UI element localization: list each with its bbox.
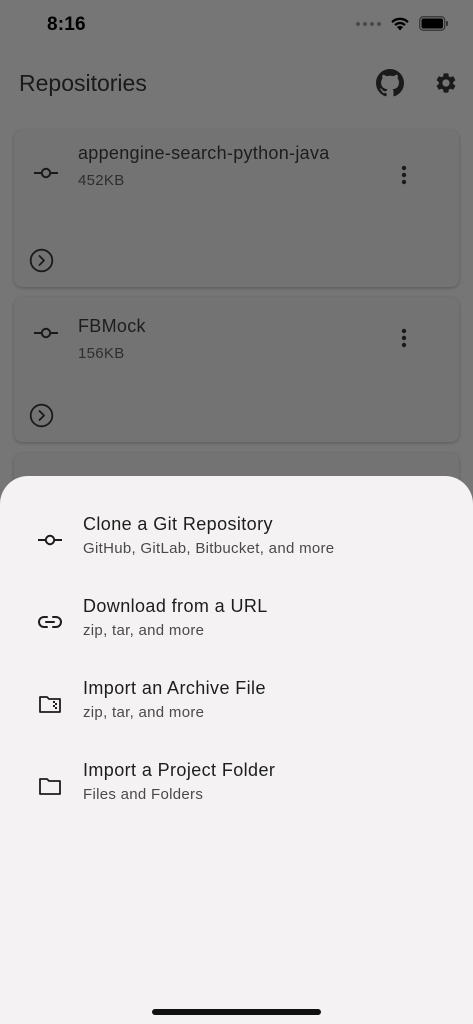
github-icon: [376, 69, 404, 97]
screen: 8:16 Repositories appengine-search-pytho…: [0, 0, 473, 1024]
app-bar: Repositories: [0, 62, 473, 106]
repository-info: appengine-search-python-java 452KB: [78, 140, 348, 194]
repository-name: appengine-search-python-java: [78, 143, 330, 163]
page-title: Repositories: [19, 70, 147, 96]
option-icon: [37, 527, 63, 553]
status-time: 8:16: [47, 14, 86, 35]
home-indicator: [152, 1009, 321, 1015]
more-options-button[interactable]: [394, 162, 414, 188]
archive-folder-icon: [39, 696, 61, 713]
import-project-folder-option[interactable]: Import a Project Folder Files and Folder…: [0, 760, 473, 830]
repository-size: 452KB: [78, 172, 125, 189]
open-repository-icon[interactable]: [29, 248, 54, 273]
gear-icon: [436, 73, 456, 93]
option-title: Clone a Git Repository: [83, 514, 273, 534]
repository-size: 156KB: [78, 345, 125, 362]
option-subtitle: GitHub, GitLab, Bitbucket, and more: [83, 540, 335, 557]
github-button[interactable]: [373, 66, 407, 100]
more-options-button[interactable]: [394, 325, 414, 351]
option-icon: [37, 691, 63, 717]
repository-info: FBMock 156KB: [78, 313, 348, 367]
link-icon: [38, 616, 62, 628]
repository-card[interactable]: appengine-search-python-java 452KB: [14, 130, 459, 287]
status-bar: 8:16: [0, 0, 473, 52]
clone-git-repository-option[interactable]: Clone a Git Repository GitHub, GitLab, B…: [0, 514, 473, 584]
cellular-signal-icon: [356, 21, 381, 26]
battery-icon: [419, 16, 448, 31]
folder-icon: [39, 778, 61, 795]
more-vertical-icon: [401, 165, 407, 185]
option-icon: [37, 773, 63, 799]
commit-icon: [34, 167, 58, 179]
open-repository-icon[interactable]: [29, 403, 54, 428]
settings-button[interactable]: [429, 66, 463, 100]
option-title: Download from a URL: [83, 596, 268, 616]
add-repository-sheet: Clone a Git Repository GitHub, GitLab, B…: [0, 476, 473, 1024]
download-from-url-option[interactable]: Download from a URL zip, tar, and more: [0, 596, 473, 666]
option-subtitle: zip, tar, and more: [83, 704, 205, 721]
option-icon: [37, 609, 63, 635]
option-subtitle: zip, tar, and more: [83, 622, 205, 639]
commit-icon: [38, 534, 62, 546]
repository-card[interactable]: FBMock 156KB: [14, 297, 459, 442]
option-title: Import a Project Folder: [83, 760, 276, 780]
import-archive-file-option[interactable]: Import an Archive File zip, tar, and mor…: [0, 678, 473, 748]
repository-name: FBMock: [78, 316, 146, 336]
option-title: Import an Archive File: [83, 678, 266, 698]
option-subtitle: Files and Folders: [83, 786, 204, 803]
status-indicators: [356, 16, 449, 31]
commit-icon: [34, 327, 58, 339]
more-vertical-icon: [401, 328, 407, 348]
wifi-icon: [391, 17, 409, 31]
